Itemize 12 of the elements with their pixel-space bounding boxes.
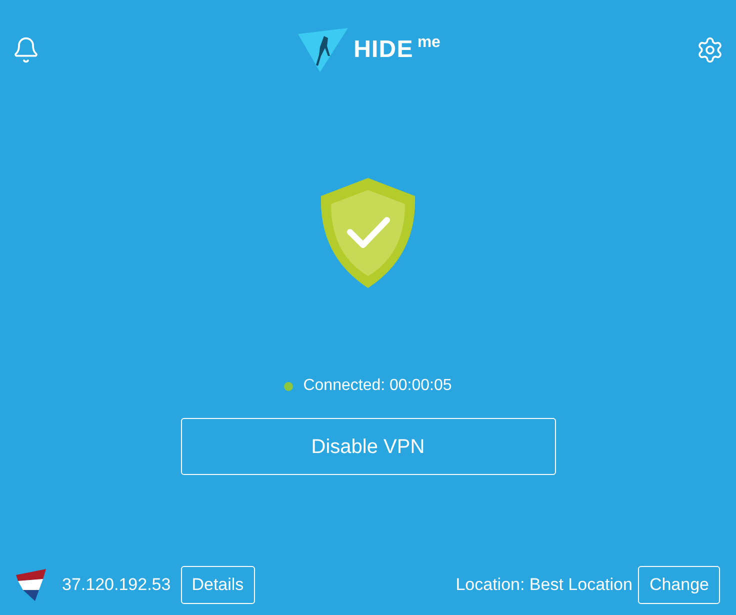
notification-bell-icon[interactable] — [12, 36, 40, 64]
location-label: Location: Best Location — [456, 574, 632, 596]
disable-vpn-button[interactable]: Disable VPN — [180, 418, 556, 475]
logo-icon — [296, 26, 350, 74]
connection-status: Connected: 00:00:05 — [303, 376, 452, 396]
logo-text: HIDE — [354, 35, 414, 65]
change-location-button[interactable]: Change — [638, 566, 720, 604]
flag-icon — [16, 569, 48, 601]
logo-suffix: me — [417, 33, 440, 53]
details-button[interactable]: Details — [180, 566, 255, 604]
ip-address: 37.120.192.53 — [62, 574, 171, 596]
settings-icon[interactable] — [696, 36, 724, 64]
